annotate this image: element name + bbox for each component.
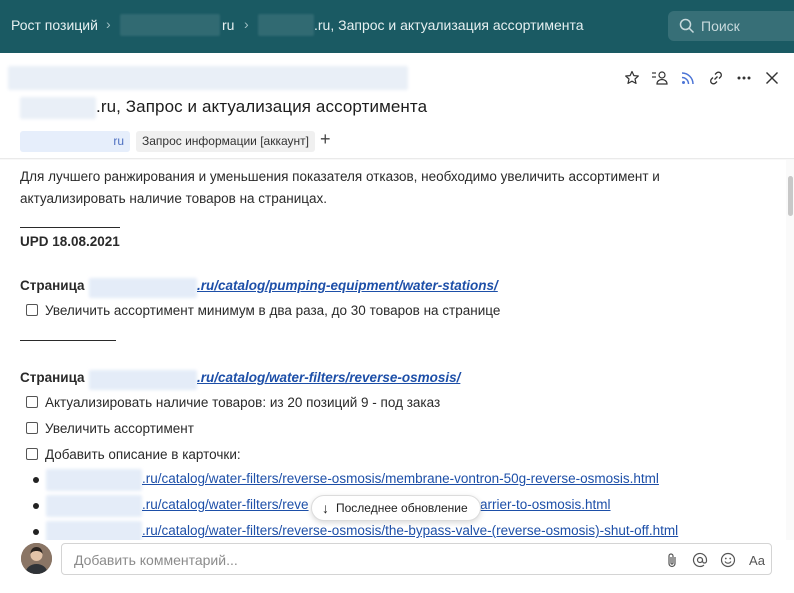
section-1-heading: Страница — [20, 275, 85, 297]
text-format-button[interactable]: Aa — [746, 551, 768, 569]
latest-update-label: Последнее обновление — [336, 501, 468, 515]
divider — [20, 340, 116, 341]
checklist-item-label: Увеличить ассортимент минимум в два раза… — [45, 302, 501, 318]
list-item-link[interactable]: .ru/catalog/water-filters/reve — [142, 497, 309, 512]
intro-line-2: актуализировать наличие товаров на стран… — [20, 191, 327, 206]
close-icon[interactable] — [762, 68, 782, 88]
breadcrumb-task-redacted — [258, 14, 314, 36]
list-item-link[interactable]: .ru/catalog/water-filters/reverse-osmosi… — [142, 523, 678, 538]
task-title: .ru, Запрос и актуализация ассортимента — [96, 97, 428, 116]
checklist-item[interactable]: Добавить описание в карточки: — [26, 444, 241, 464]
checkbox[interactable] — [26, 396, 38, 408]
top-bar: Рост позиций › ru › .ru, Запрос и актуал… — [0, 0, 794, 53]
checkbox[interactable] — [26, 448, 38, 460]
page-label: Страница — [20, 370, 85, 385]
breadcrumb-task[interactable]: .ru, Запрос и актуализация ассортимента — [314, 17, 584, 33]
site-tag-label: ru — [113, 134, 124, 148]
section-1-link[interactable]: .ru/catalog/pumping-equipment/water-stat… — [197, 275, 498, 297]
project-path-redacted — [8, 66, 408, 90]
add-tag-icon[interactable]: + — [320, 129, 331, 150]
intro-line-1: Для лучшего ранжирования и уменьшения по… — [20, 169, 660, 184]
checkbox[interactable] — [26, 304, 38, 316]
comment-input[interactable]: Добавить комментарий... Aa — [61, 543, 772, 575]
domain-redacted — [89, 370, 197, 390]
assignees-icon[interactable] — [650, 68, 670, 88]
list-bullet — [33, 529, 39, 535]
task-description: Для лучшего ранжирования и уменьшения по… — [0, 160, 786, 540]
favorite-star-icon[interactable] — [622, 68, 642, 88]
search-input[interactable]: Поиск — [701, 18, 740, 34]
mention-icon[interactable] — [691, 551, 709, 569]
section-2-heading: Страница — [20, 367, 85, 389]
update-heading: UPD 18.08.2021 — [20, 234, 120, 249]
search-icon — [679, 18, 695, 34]
breadcrumb-separator: › — [106, 16, 111, 32]
domain-redacted — [46, 495, 142, 517]
list-bullet — [33, 503, 39, 509]
list-bullet — [33, 477, 39, 483]
divider — [20, 227, 120, 228]
checklist-item[interactable]: Увеличить ассортимент — [26, 418, 194, 438]
checkbox[interactable] — [26, 422, 38, 434]
site-tag[interactable]: ru — [20, 131, 130, 152]
comment-placeholder: Добавить комментарий... — [74, 552, 238, 568]
search-box[interactable]: Поиск — [668, 11, 794, 41]
breadcrumb-root[interactable]: Рост позиций — [11, 17, 98, 33]
checklist-item-label: Увеличить ассортимент — [45, 420, 194, 436]
breadcrumb-site[interactable]: ru — [222, 17, 234, 33]
domain-redacted — [89, 278, 197, 298]
scrollbar-thumb[interactable] — [788, 176, 793, 216]
page-label: Страница — [20, 278, 85, 293]
domain-redacted — [46, 521, 142, 540]
section-2-link[interactable]: .ru/catalog/water-filters/reverse-osmosi… — [197, 367, 460, 389]
arrow-down-icon: ↓ — [322, 500, 329, 516]
link-icon[interactable] — [706, 68, 726, 88]
task-title-redacted — [20, 97, 96, 119]
more-options-icon[interactable] — [734, 68, 754, 88]
checklist-item-label: Добавить описание в карточки: — [45, 446, 241, 462]
checklist-item-label: Актуализировать наличие товаров: из 20 п… — [45, 394, 441, 410]
checklist-item[interactable]: Актуализировать наличие товаров: из 20 п… — [26, 392, 440, 412]
task-type-tag[interactable]: Запрос информации [аккаунт] — [136, 131, 315, 152]
checklist-item[interactable]: Увеличить ассортимент минимум в два раза… — [26, 300, 500, 320]
domain-redacted — [46, 469, 142, 491]
avatar[interactable] — [21, 543, 52, 574]
breadcrumb-separator: › — [244, 16, 249, 32]
emoji-icon[interactable] — [719, 551, 737, 569]
breadcrumb-site-redacted — [120, 14, 220, 36]
attach-icon[interactable] — [663, 551, 681, 569]
scrollbar-track[interactable] — [786, 160, 794, 540]
rss-subscribe-icon[interactable] — [678, 68, 698, 88]
latest-update-button[interactable]: ↓ Последнее обновление — [311, 495, 481, 521]
list-item-link[interactable]: .ru/catalog/water-filters/reverse-osmosi… — [142, 471, 659, 486]
list-item-link-tail[interactable]: arrier-to-osmosis.html — [480, 497, 611, 512]
